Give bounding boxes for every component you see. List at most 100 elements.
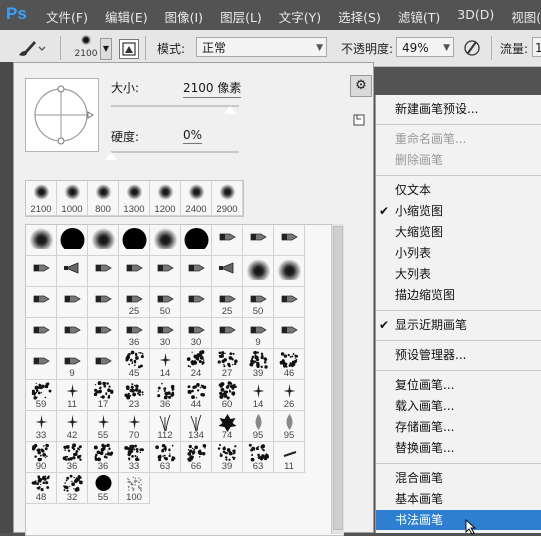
brush-preset-scatter-icon[interactable]: 33	[119, 442, 150, 473]
brush-preset-hard-big-icon[interactable]: 55	[88, 473, 119, 504]
brush-preset-picker[interactable]: 2100	[71, 33, 101, 65]
brush-preset-scatter-icon[interactable]: 48	[26, 473, 57, 504]
mode-select[interactable]: 正常 ▼	[196, 37, 327, 57]
brush-preset-soft-icon[interactable]: 1200	[150, 181, 181, 216]
opacity-field[interactable]: 49% ▼	[396, 37, 454, 57]
brush-preset-star-icon[interactable]: 70	[119, 411, 150, 442]
brush-preset-hard-big-icon[interactable]	[57, 225, 88, 256]
brush-preset-tip-icon[interactable]	[119, 256, 150, 287]
brush-preset-scatter-icon[interactable]: 60	[212, 380, 243, 411]
brush-preset-tip-icon[interactable]: 50	[150, 287, 181, 318]
brush-preset-soft-big-icon[interactable]	[243, 256, 274, 287]
brush-preset-soft-big-icon[interactable]	[88, 225, 119, 256]
brush-preset-soft-big-icon[interactable]	[26, 225, 57, 256]
menu-item[interactable]: 编辑(E)	[105, 7, 148, 26]
hardness-slider-track[interactable]	[111, 151, 239, 153]
brush-preset-star-icon[interactable]: 26	[274, 380, 305, 411]
brush-preset-tip-icon[interactable]: 30	[150, 318, 181, 349]
hardness-value-field[interactable]: 0%	[183, 128, 203, 144]
brush-preset-drop-icon[interactable]: 95	[243, 411, 274, 442]
brush-preset-scatter-icon[interactable]: 39	[212, 442, 243, 473]
brush-preset-tip-icon[interactable]	[212, 318, 243, 349]
pressure-opacity-icon[interactable]	[462, 38, 482, 58]
brush-preset-tip-icon[interactable]	[26, 287, 57, 318]
new-preset-icon[interactable]	[352, 113, 366, 127]
brush-preset-tip-icon[interactable]	[26, 318, 57, 349]
menu-item[interactable]: 小列表	[376, 243, 541, 263]
brush-preset-tip-icon[interactable]	[150, 256, 181, 287]
brush-preset-hard-big-icon[interactable]	[181, 225, 212, 256]
brush-preset-soft-icon[interactable]: 1300	[119, 181, 150, 216]
brush-preset-soft-big-icon[interactable]	[150, 225, 181, 256]
brush-preset-tip-icon[interactable]	[26, 349, 57, 380]
brush-preset-tip-icon[interactable]	[88, 318, 119, 349]
brush-preset-tip-icon[interactable]	[243, 225, 274, 256]
menu-item[interactable]: 图像(I)	[165, 7, 203, 26]
brush-preset-tip-icon[interactable]: 36	[119, 318, 150, 349]
brush-tool-icon[interactable]	[16, 38, 48, 58]
brush-preset-tip-icon[interactable]	[274, 318, 305, 349]
brush-preset-scatter-icon[interactable]: 66	[181, 442, 212, 473]
brush-preset-tip-icon[interactable]	[212, 225, 243, 256]
menu-item[interactable]: 预设管理器...	[376, 345, 541, 365]
brush-preset-star-icon[interactable]: 11	[57, 380, 88, 411]
menu-item[interactable]: 描边缩览图	[376, 285, 541, 305]
menu-item[interactable]: ✔ 显示近期画笔	[376, 315, 541, 335]
size-slider-track[interactable]	[111, 105, 239, 107]
brush-preset-soft-big-icon[interactable]	[274, 256, 305, 287]
menu-item[interactable]: 替换画笔...	[376, 438, 541, 458]
brush-preset-chalk-icon[interactable]: 100	[119, 473, 150, 504]
gear-icon[interactable]: ⚙	[350, 75, 372, 97]
brush-preset-soft-icon[interactable]: 2400	[181, 181, 212, 216]
brush-preset-tip-icon[interactable]	[181, 287, 212, 318]
brush-preset-leaf-icon[interactable]: 74	[212, 411, 243, 442]
menu-item[interactable]: 大列表	[376, 264, 541, 284]
menu-item[interactable]: 图层(L)	[220, 7, 262, 26]
brush-preset-scatter-icon[interactable]: 24	[181, 349, 212, 380]
brush-preset-fan-icon[interactable]	[212, 256, 243, 287]
brush-preset-star-icon[interactable]: 42	[57, 411, 88, 442]
brush-preset-star-icon[interactable]: 55	[88, 411, 119, 442]
brush-preset-drop-icon[interactable]: 95	[274, 411, 305, 442]
brush-preset-tip-icon[interactable]: 9	[243, 318, 274, 349]
brush-preset-scatter-icon[interactable]: 59	[26, 380, 57, 411]
menu-item[interactable]: 大缩览图	[376, 222, 541, 242]
brush-preset-soft-icon[interactable]: 2900	[212, 181, 243, 216]
brush-preset-tip-icon[interactable]: 25	[212, 287, 243, 318]
preset-scrollbar[interactable]	[331, 224, 344, 534]
menu-item[interactable]: 仅文本	[376, 180, 541, 200]
brush-preset-scatter-icon[interactable]: 23	[119, 380, 150, 411]
brush-preset-scatter-icon[interactable]: 36	[57, 442, 88, 473]
menu-item[interactable]: 存储画笔...	[376, 417, 541, 437]
brush-preset-tip-icon[interactable]	[88, 256, 119, 287]
menu-item[interactable]: 新建画笔预设...	[376, 99, 541, 119]
brush-preset-scatter-icon[interactable]: 90	[26, 442, 57, 473]
brush-preset-fan-icon[interactable]	[57, 256, 88, 287]
size-slider-thumb[interactable]	[223, 105, 238, 115]
brush-preset-tip-icon[interactable]	[181, 256, 212, 287]
brush-preset-soft-icon[interactable]: 2100	[26, 181, 57, 216]
menu-item[interactable]: 基本画笔	[376, 489, 541, 509]
brush-preset-scatter-icon[interactable]: 32	[57, 473, 88, 504]
brush-preset-tip-icon[interactable]	[57, 318, 88, 349]
brush-preset-star-icon[interactable]: 14	[243, 380, 274, 411]
brush-preset-tip-icon[interactable]: 25	[119, 287, 150, 318]
brush-preset-tip-icon[interactable]	[88, 349, 119, 380]
brush-preset-scatter-icon[interactable]: 63	[243, 442, 274, 473]
brush-preset-tip-icon[interactable]	[26, 256, 57, 287]
brush-preset-star-icon[interactable]: 33	[26, 411, 57, 442]
brush-preset-tip-icon[interactable]	[57, 287, 88, 318]
menu-item[interactable]: 书法画笔	[376, 510, 541, 530]
brush-preset-grass-icon[interactable]: 112	[150, 411, 181, 442]
brush-preset-scatter-icon[interactable]: 39	[243, 349, 274, 380]
brush-preset-grass-icon[interactable]: 134	[181, 411, 212, 442]
brush-preset-scatter-icon[interactable]: 27	[212, 349, 243, 380]
brush-preset-scatter-icon[interactable]: 63	[150, 442, 181, 473]
menu-item[interactable]: 文件(F)	[46, 7, 88, 26]
brush-preset-soft-icon[interactable]: 1000	[57, 181, 88, 216]
brush-preset-scatter-icon[interactable]: 36	[150, 380, 181, 411]
menu-item[interactable]: 复位画笔...	[376, 375, 541, 395]
brush-preset-streak-icon[interactable]: 11	[274, 442, 305, 473]
menu-item[interactable]: 3D(D)	[457, 7, 494, 26]
menu-item[interactable]: 滤镜(T)	[398, 7, 440, 26]
